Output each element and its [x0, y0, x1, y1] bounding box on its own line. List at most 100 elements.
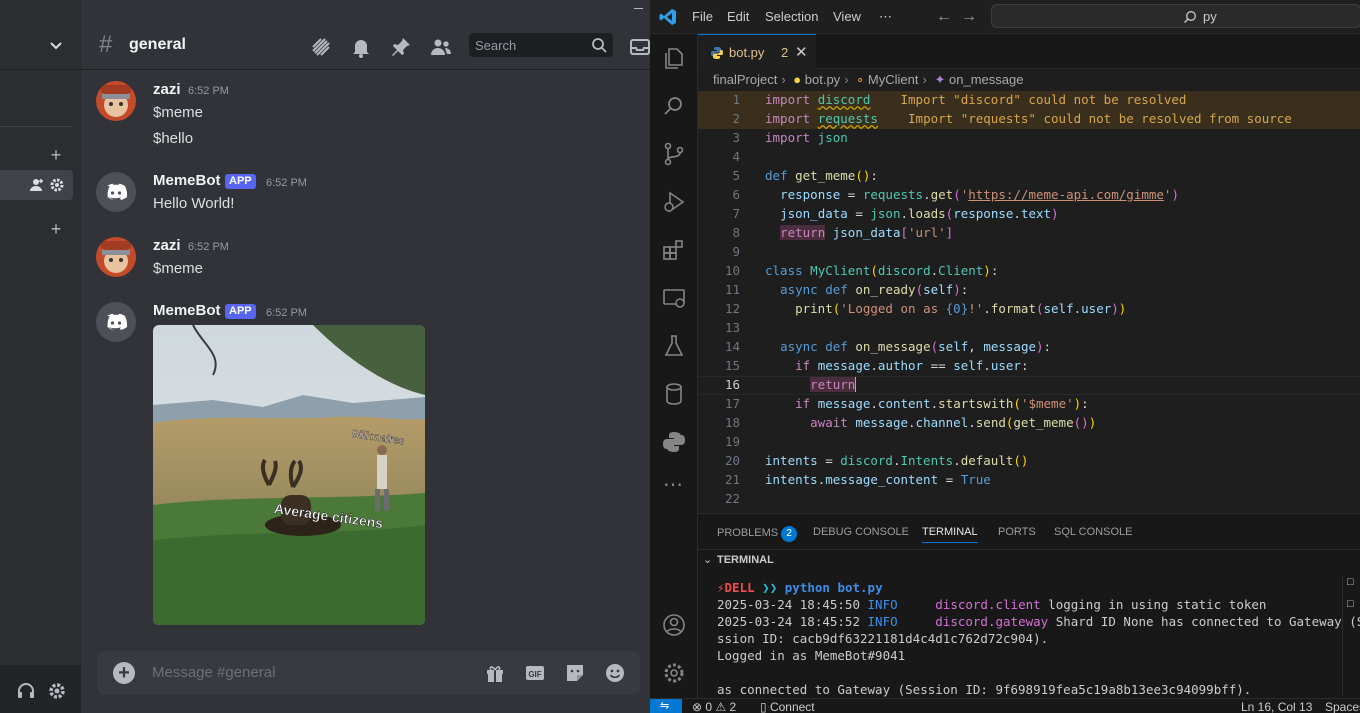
- back-arrow-icon[interactable]: ←: [936, 8, 952, 26]
- line-number: 9: [732, 244, 740, 259]
- avatar[interactable]: [96, 81, 136, 121]
- line-number: 13: [724, 320, 740, 335]
- menu-selection[interactable]: Selection: [765, 9, 818, 24]
- username[interactable]: zazi: [153, 81, 181, 98]
- breadcrumb-method[interactable]: ✦ on_message: [934, 72, 1023, 87]
- code-editor[interactable]: 1 2 3 4 5 6 7 8 9 10 11 12 13 14 15 16 1…: [698, 90, 1360, 512]
- breadcrumb: finalProject › ● bot.py › ∘ MyClient › ✦ on…: [713, 72, 1024, 87]
- timestamp: 6:52 PM: [188, 241, 229, 253]
- message-text: Hello World!: [153, 195, 235, 212]
- terminal-log-line: ssion ID: cacb9df63221181d4c4d1c762d72c9…: [717, 631, 1049, 646]
- discord-logo-avatar[interactable]: [96, 302, 136, 342]
- account-icon[interactable]: [661, 612, 687, 638]
- search-icon[interactable]: [661, 93, 687, 119]
- members-icon[interactable]: [429, 35, 453, 59]
- bell-icon[interactable]: [349, 35, 373, 59]
- activity-bar: ⋯: [650, 34, 698, 698]
- problems-count: 2: [781, 45, 789, 60]
- line-number: 11: [724, 282, 740, 297]
- meme-image[interactable]: Billionaires Average citizens: [153, 325, 425, 625]
- line-number: 18: [724, 415, 740, 430]
- threads-icon[interactable]: [309, 35, 333, 59]
- line-number: 10: [724, 263, 740, 278]
- run-debug-icon[interactable]: [661, 189, 687, 215]
- code-line: class MyClient(discord.Client):: [765, 263, 999, 278]
- line-number: 22: [724, 491, 740, 506]
- cursor-position[interactable]: Ln 16, Col 13: [1241, 700, 1312, 713]
- tab-bot-py[interactable]: bot.py 2 ✕: [698, 34, 816, 69]
- user-settings-icon[interactable]: [47, 681, 67, 701]
- terminal-log-line: Logged in as MemeBot#9041: [717, 648, 906, 663]
- username[interactable]: MemeBot: [153, 302, 221, 319]
- timestamp: 6:52 PM: [188, 85, 229, 97]
- testing-icon[interactable]: [661, 333, 687, 359]
- username[interactable]: MemeBot: [153, 172, 221, 189]
- pin-icon[interactable]: [389, 35, 413, 59]
- problems-status[interactable]: ⊗ 0 ⚠ 2: [692, 700, 736, 713]
- message-composer[interactable]: + Message #general GIF: [97, 651, 640, 695]
- explorer-icon[interactable]: [661, 45, 687, 71]
- tab-sql-console[interactable]: SQL CONSOLE: [1054, 526, 1132, 538]
- tab-debug-console[interactable]: DEBUG CONSOLE: [813, 526, 909, 538]
- tab-terminal[interactable]: TERMINAL: [922, 526, 978, 543]
- gift-icon[interactable]: [484, 662, 506, 684]
- menu-more[interactable]: ⋯: [879, 9, 892, 25]
- sticker-icon[interactable]: [564, 662, 586, 684]
- menu-view[interactable]: View: [833, 9, 861, 24]
- remote-indicator[interactable]: ⇋: [650, 699, 682, 713]
- breadcrumb-class[interactable]: ∘ MyClient: [856, 72, 918, 87]
- breadcrumb-folder[interactable]: finalProject: [713, 72, 777, 87]
- remote-explorer-icon[interactable]: [661, 285, 687, 311]
- source-control-icon[interactable]: [661, 141, 687, 167]
- line-number: 6: [732, 187, 740, 202]
- minimize-icon[interactable]: [634, 8, 643, 9]
- headset-icon[interactable]: [16, 681, 36, 701]
- menu-edit[interactable]: Edit: [727, 9, 749, 24]
- chevron-down-icon[interactable]: ⌄: [703, 553, 712, 566]
- extensions-icon[interactable]: [661, 237, 687, 263]
- active-channel-item[interactable]: [0, 170, 73, 200]
- hash-icon: #: [99, 31, 113, 58]
- indentation[interactable]: Spaces: [1325, 700, 1360, 713]
- gear-icon[interactable]: [49, 177, 65, 193]
- line-number: 19: [724, 434, 740, 449]
- tab-problems[interactable]: PROBLEMS 2: [717, 526, 798, 542]
- breadcrumb-file[interactable]: ● bot.py: [793, 72, 840, 87]
- connect-status[interactable]: ▯ Connect: [760, 700, 815, 713]
- add-attachment-button[interactable]: +: [113, 662, 135, 684]
- avatar[interactable]: [96, 237, 136, 277]
- line-number: 20: [724, 453, 740, 468]
- add-category-icon[interactable]: +: [48, 220, 64, 238]
- server-header[interactable]: [0, 24, 81, 70]
- diagnostic-message: Import "discord" could not be resolved: [900, 92, 1187, 107]
- timestamp: 6:52 PM: [266, 177, 307, 189]
- terminal-header[interactable]: ⌄ TERMINAL: [698, 549, 1360, 571]
- search-input[interactable]: Search: [469, 33, 613, 57]
- chevron-down-icon[interactable]: [46, 36, 66, 56]
- code-line: async def on_message(self, message):: [780, 339, 1052, 354]
- vscode-window: File Edit Selection View ⋯ ← → py ⋯ bot.…: [650, 0, 1360, 713]
- search-icon: [1184, 11, 1196, 23]
- forward-arrow-icon[interactable]: →: [961, 8, 977, 26]
- tab-ports[interactable]: PORTS: [998, 526, 1036, 538]
- inbox-icon[interactable]: [628, 35, 650, 59]
- close-tab-icon[interactable]: ✕: [795, 43, 808, 61]
- database-icon[interactable]: [661, 381, 687, 407]
- gif-icon[interactable]: GIF: [524, 662, 546, 684]
- command-center[interactable]: py: [991, 4, 1360, 28]
- line-number: 5: [732, 168, 740, 183]
- emoji-icon[interactable]: [604, 662, 626, 684]
- add-channel-icon[interactable]: +: [48, 146, 64, 164]
- terminal-list[interactable]: □ □: [1342, 576, 1360, 696]
- message-input[interactable]: Message #general: [152, 664, 275, 681]
- line-number: 14: [724, 339, 740, 354]
- menu-file[interactable]: File: [692, 9, 713, 24]
- python-icon[interactable]: [661, 429, 687, 455]
- manage-gear-icon[interactable]: [661, 660, 687, 686]
- username[interactable]: zazi: [153, 237, 181, 254]
- line-number: 2: [732, 111, 740, 126]
- more-icon[interactable]: ⋯: [663, 472, 683, 497]
- channel-header: # general Search: [81, 24, 650, 70]
- discord-logo-avatar[interactable]: [96, 172, 136, 212]
- invite-icon[interactable]: [29, 177, 45, 193]
